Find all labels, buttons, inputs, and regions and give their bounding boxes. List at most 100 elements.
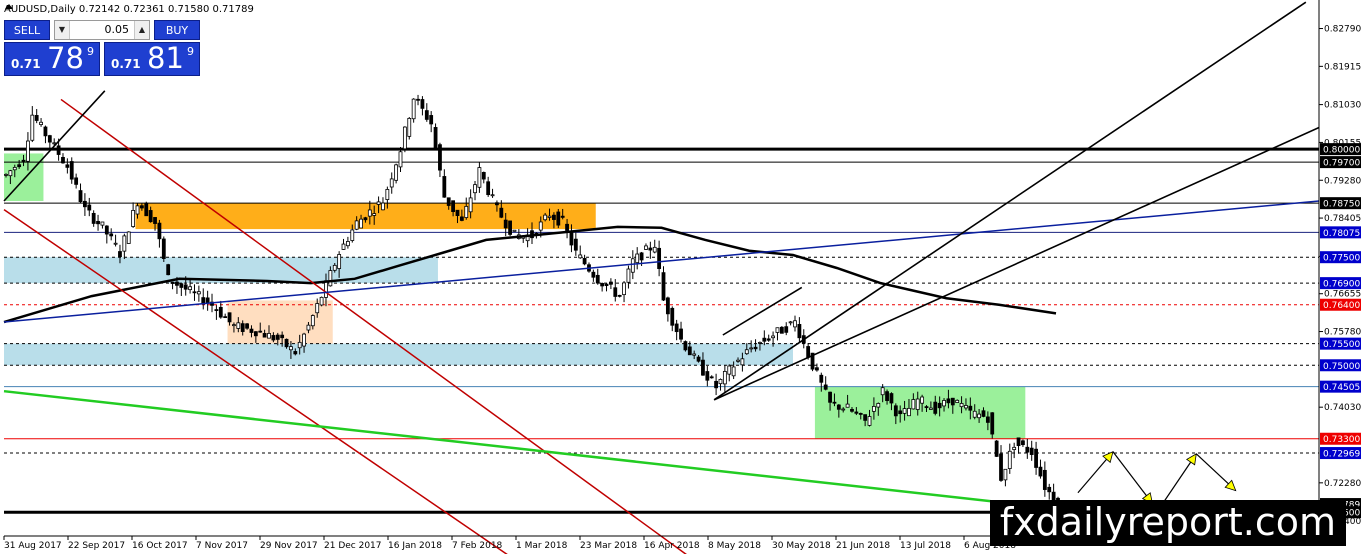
- candle-body: [302, 333, 306, 347]
- candle-body: [946, 398, 951, 404]
- candle-body: [175, 281, 179, 286]
- candle-body: [793, 320, 797, 328]
- candle-body: [613, 287, 618, 297]
- candle-body: [1021, 440, 1025, 446]
- candle-body: [981, 410, 986, 417]
- candle-body: [275, 334, 280, 340]
- sell-button[interactable]: SELL: [4, 20, 50, 40]
- buy-price-quote[interactable]: 0.71 81 9: [104, 41, 200, 76]
- candle-body: [486, 181, 491, 196]
- candle-body: [429, 115, 434, 125]
- candle-body: [1025, 446, 1030, 453]
- candle-body: [354, 220, 359, 230]
- candle-body: [841, 408, 846, 411]
- x-tick-label: 30 May 2018: [772, 541, 831, 551]
- candle-body: [758, 341, 762, 344]
- candle-body: [994, 440, 999, 457]
- candle-body: [604, 283, 609, 287]
- candle-body: [262, 333, 267, 338]
- zone-blue-2: [4, 343, 793, 366]
- candle-body: [69, 161, 74, 180]
- candle-body: [591, 271, 596, 278]
- candle-body: [100, 221, 105, 226]
- x-tick-label: 1 Mar 2018: [516, 541, 568, 551]
- candle-body: [310, 315, 315, 327]
- buy-button[interactable]: BUY: [154, 20, 200, 40]
- candle-body: [271, 335, 276, 341]
- candle-body: [109, 233, 114, 237]
- lot-decrease-icon[interactable]: ▼: [55, 21, 70, 39]
- candle-body: [473, 184, 477, 194]
- candle-body: [556, 211, 561, 226]
- candle-body: [692, 353, 697, 356]
- candle-body: [639, 252, 644, 261]
- y-tick-label: 0.72280: [1324, 479, 1361, 489]
- candle-body: [464, 206, 469, 218]
- candle-body: [126, 231, 131, 244]
- candle-body: [679, 328, 683, 340]
- candle-body: [898, 410, 903, 415]
- candle-body: [74, 177, 79, 185]
- candle-body: [928, 407, 933, 410]
- sell-price-quote[interactable]: 0.71 78 9: [4, 41, 100, 76]
- candle-body: [644, 245, 648, 250]
- chart-title: AUDUSD,Daily 0.72142 0.72361 0.71580 0.7…: [4, 4, 254, 15]
- candle-body: [249, 328, 254, 333]
- x-tick-label: 8 May 2018: [708, 541, 761, 551]
- x-tick-label: 29 Nov 2017: [260, 541, 318, 551]
- candle-body: [446, 197, 451, 206]
- candle-body: [56, 145, 61, 155]
- candle-body: [999, 453, 1003, 481]
- candle-body: [232, 324, 236, 327]
- candle-body: [227, 312, 232, 323]
- x-tick-label: 21 Jun 2018: [836, 541, 890, 551]
- candle-body: [622, 282, 626, 296]
- candle-body: [907, 407, 911, 417]
- candle-body: [819, 374, 824, 383]
- candle-body: [876, 403, 881, 408]
- y-tick-label: 0.76655: [1324, 290, 1361, 300]
- candle-body: [915, 398, 920, 410]
- candle-body: [990, 412, 995, 435]
- candle-body: [701, 359, 705, 376]
- price-label-text: 0.78075: [1323, 229, 1360, 239]
- candle-body: [218, 306, 223, 318]
- price-label-text: 0.73300: [1323, 435, 1360, 445]
- candle-body: [512, 229, 517, 232]
- candle-body: [52, 142, 57, 145]
- candle-body: [560, 215, 565, 218]
- candle-body: [709, 376, 714, 379]
- price-chart[interactable]: 0.827900.819150.810300.801550.792800.784…: [0, 0, 1362, 554]
- candle-body: [315, 303, 320, 314]
- candle-body: [508, 220, 512, 235]
- candle-body: [670, 307, 675, 326]
- candle-body: [78, 190, 83, 203]
- buy-price-pip: 9: [187, 45, 194, 58]
- candle-body: [779, 326, 784, 334]
- candle-body: [569, 231, 574, 246]
- price-label-text: 0.80000: [1323, 146, 1360, 156]
- candle-body: [135, 205, 140, 215]
- candle-body: [657, 247, 662, 269]
- price-label-text: 0.79700: [1323, 159, 1360, 169]
- candle-body: [455, 209, 460, 216]
- lot-size-field[interactable]: ▼ 0.05 ▲: [54, 20, 150, 40]
- candle-body: [683, 341, 688, 351]
- sell-price-pip: 9: [87, 45, 94, 58]
- y-tick-label: 0.81915: [1324, 62, 1361, 72]
- x-tick-label: 7 Nov 2017: [196, 541, 248, 551]
- candle-body: [289, 346, 293, 351]
- candle-body: [144, 202, 149, 217]
- candle-body: [490, 194, 495, 197]
- trend-line-black-7: [722, 286, 803, 336]
- candle-body: [65, 164, 70, 168]
- lot-increase-icon[interactable]: ▲: [134, 21, 149, 39]
- candle-body: [635, 253, 640, 264]
- candle-body: [867, 416, 872, 426]
- candle-body: [61, 156, 65, 164]
- candle-body: [1007, 450, 1012, 469]
- candle-body: [157, 222, 162, 240]
- candle-body: [828, 391, 832, 403]
- lot-size-value[interactable]: 0.05: [71, 21, 133, 39]
- candle-body: [372, 213, 377, 216]
